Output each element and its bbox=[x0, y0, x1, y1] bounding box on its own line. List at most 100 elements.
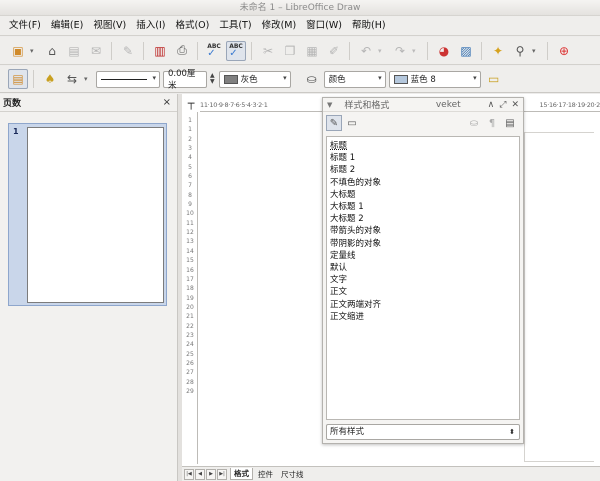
style-item[interactable]: 大标题 2 bbox=[330, 213, 516, 225]
last-tab-icon[interactable]: ▶| bbox=[217, 468, 227, 480]
close-icon[interactable]: ✕ bbox=[511, 100, 519, 110]
page-thumbnail[interactable]: 1 bbox=[8, 123, 167, 306]
new-dropdown-chevron-icon[interactable]: ▾ bbox=[30, 47, 38, 55]
style-item[interactable]: 定量线 bbox=[330, 250, 516, 262]
menu-insert[interactable]: 插入(I) bbox=[131, 16, 170, 36]
paste-icon[interactable]: ▦ bbox=[302, 41, 322, 61]
arrow-style-icon[interactable]: ⇆ bbox=[62, 69, 82, 89]
style-item[interactable]: 文字 bbox=[330, 274, 516, 286]
menu-view[interactable]: 视图(V) bbox=[88, 16, 131, 36]
shadow-icon[interactable]: ▭ bbox=[484, 69, 504, 89]
ruler-tick-label: 1 bbox=[188, 126, 192, 134]
line-color-label: 灰色 bbox=[240, 75, 258, 85]
layer-tab-controls[interactable]: 控件 bbox=[255, 469, 276, 480]
line-icon[interactable]: ♠ bbox=[40, 69, 60, 89]
toolbar-separator bbox=[481, 41, 482, 60]
first-tab-icon[interactable]: |◀ bbox=[184, 468, 194, 480]
style-item[interactable]: 标题 bbox=[330, 140, 516, 152]
toolbar-separator bbox=[547, 41, 548, 60]
line-and-filling-toolbar: ▤ ♠ ⇆ ▾ ▾ 0.00厘米 ▲ ▼ 灰色 ▾ ⛀ 颜色 ▾ 蓝色 8 ▾ ▭ bbox=[0, 66, 600, 93]
clone-formatting-icon[interactable]: ✐ bbox=[324, 41, 344, 61]
style-item[interactable]: 正文 bbox=[330, 286, 516, 298]
close-icon[interactable]: × bbox=[163, 97, 171, 108]
style-list[interactable]: 标题 标题 1 标题 2 不填色的对象 大标题 大标题 1 大标题 2 带箭头的… bbox=[326, 136, 520, 420]
page-thumbnail-preview bbox=[27, 127, 164, 303]
update-style-icon[interactable]: ▤ bbox=[502, 115, 518, 131]
redo-dropdown-chevron-icon[interactable]: ▾ bbox=[412, 47, 420, 55]
chevron-down-icon: ▾ bbox=[152, 73, 156, 82]
fill-format-mode-icon[interactable]: ⛀ bbox=[466, 115, 482, 131]
arrow-style-chevron-icon[interactable]: ▾ bbox=[84, 75, 92, 83]
navigator-icon[interactable]: ✦ bbox=[488, 41, 508, 61]
layer-tab-dimension-lines[interactable]: 尺寸线 bbox=[278, 469, 307, 480]
pages-panel-header: 页数 × bbox=[0, 94, 177, 112]
presentation-styles-icon[interactable]: ▭ bbox=[344, 115, 360, 131]
menu-edit[interactable]: 编辑(E) bbox=[46, 16, 88, 36]
chart-icon[interactable]: ◕ bbox=[434, 41, 454, 61]
next-tab-icon[interactable]: ▶ bbox=[206, 468, 216, 480]
redo-icon[interactable]: ↷ bbox=[390, 41, 410, 61]
menu-format[interactable]: 格式(O) bbox=[170, 16, 214, 36]
styles-panel-toolbar: ✎ ▭ ⛀ ¶ ▤ bbox=[323, 112, 523, 134]
style-item[interactable]: 带箭头的对象 bbox=[330, 225, 516, 237]
style-item[interactable]: 大标题 1 bbox=[330, 201, 516, 213]
style-item[interactable]: 标题 1 bbox=[330, 152, 516, 164]
open-file-icon[interactable]: ⌂ bbox=[42, 41, 62, 61]
new-style-from-selection-icon[interactable]: ¶ bbox=[484, 115, 500, 131]
help-icon[interactable]: ⊕ bbox=[554, 41, 574, 61]
style-item[interactable]: 不填色的对象 bbox=[330, 177, 516, 189]
panel-menu-chevron-icon[interactable]: ▼ bbox=[327, 101, 332, 109]
page-border bbox=[524, 132, 594, 462]
area-fill-type-select[interactable]: 颜色 ▾ bbox=[323, 70, 386, 88]
ruler-tick-label: 12 bbox=[186, 229, 194, 237]
styles-formatting-icon[interactable]: ▤ bbox=[8, 69, 28, 89]
menu-help[interactable]: 帮助(H) bbox=[347, 16, 391, 36]
ruler-tick-label: 19 bbox=[186, 294, 194, 302]
gallery-icon[interactable]: ▨ bbox=[456, 41, 476, 61]
autospellcheck-icon[interactable]: ABC ✓ bbox=[226, 40, 246, 61]
copy-icon[interactable]: ❐ bbox=[280, 41, 300, 61]
export-pdf-icon[interactable]: ▥ bbox=[150, 41, 170, 61]
style-item[interactable]: 带阴影的对象 bbox=[330, 238, 516, 250]
zoom-dropdown-chevron-icon[interactable]: ▾ bbox=[532, 47, 540, 55]
style-item[interactable]: 标题 2 bbox=[330, 164, 516, 176]
zoom-icon[interactable]: ⚲ bbox=[510, 41, 530, 61]
line-width-input[interactable]: 0.00厘米 bbox=[163, 69, 207, 91]
edit-file-icon[interactable]: ✎ bbox=[118, 41, 138, 61]
print-icon[interactable]: ⎙ bbox=[172, 41, 192, 61]
page-number: 1 bbox=[13, 127, 19, 136]
prev-tab-icon[interactable]: ◀ bbox=[195, 468, 205, 480]
ruler-tick-label: 24 bbox=[186, 341, 194, 349]
spellcheck-icon[interactable]: ABC ✓ bbox=[204, 41, 224, 61]
menu-file[interactable]: 文件(F) bbox=[4, 16, 46, 36]
style-item[interactable]: 默认 bbox=[330, 262, 516, 274]
style-filter-select[interactable]: 所有样式 ⬍ bbox=[326, 424, 520, 440]
menu-modify[interactable]: 修改(M) bbox=[257, 16, 302, 36]
style-item[interactable]: 正文两端对齐 bbox=[330, 299, 516, 311]
save-icon[interactable]: ▤ bbox=[64, 41, 84, 61]
style-item[interactable]: 正文缩进 bbox=[330, 311, 516, 323]
cut-icon[interactable]: ✂ bbox=[258, 41, 278, 61]
undo-dropdown-chevron-icon[interactable]: ▾ bbox=[378, 47, 386, 55]
tab-stop-selector-icon[interactable]: ┬ bbox=[182, 94, 200, 112]
chevron-down-icon: ▾ bbox=[283, 73, 287, 82]
vertical-ruler[interactable]: 1 1 2 3 4 5 6 7 8 9 10 11 12 13 14 15 16 17 18 19 20 21 22 23 24… bbox=[182, 112, 198, 464]
menu-tools[interactable]: 工具(T) bbox=[214, 16, 256, 36]
style-item[interactable]: 大标题 bbox=[330, 189, 516, 201]
undo-icon[interactable]: ↶ bbox=[356, 41, 376, 61]
menu-window[interactable]: 窗口(W) bbox=[301, 16, 347, 36]
ruler-tick-label: 11 bbox=[186, 219, 194, 227]
line-width-spinner[interactable]: ▲ ▼ bbox=[210, 73, 215, 85]
area-color-select[interactable]: 蓝色 8 ▾ bbox=[388, 70, 481, 88]
line-style-select[interactable]: ▾ bbox=[96, 70, 160, 88]
collapse-icon[interactable]: ∧ bbox=[488, 100, 495, 110]
line-color-select[interactable]: 灰色 ▾ bbox=[218, 70, 291, 88]
email-icon[interactable]: ✉ bbox=[86, 41, 106, 61]
undock-icon[interactable]: ⤢ bbox=[499, 100, 506, 110]
style-filter-label: 所有样式 bbox=[330, 427, 365, 437]
layer-tab-layout[interactable]: 格式 bbox=[230, 468, 253, 480]
new-document-icon[interactable]: ▣ bbox=[8, 41, 28, 61]
graphics-styles-icon[interactable]: ✎ bbox=[326, 115, 342, 131]
area-style-icon[interactable]: ⛀ bbox=[302, 69, 322, 89]
ruler-tick-label: 3 bbox=[188, 145, 192, 153]
